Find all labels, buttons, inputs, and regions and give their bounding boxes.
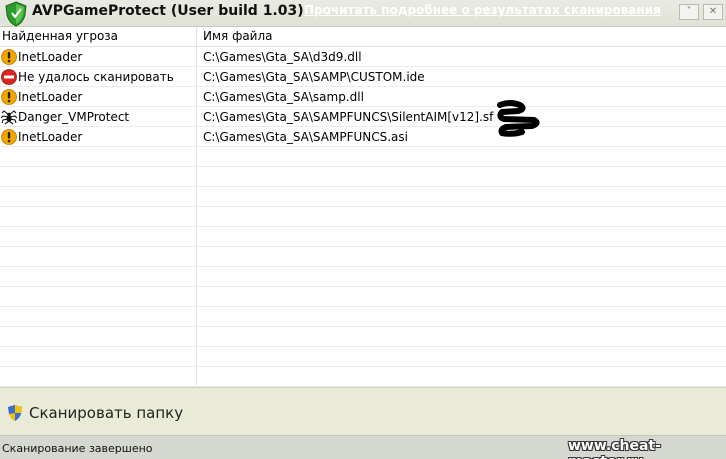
table-row[interactable]: InetLoader C:\Games\Gta_SA\SAMPFUNCS.asi [0, 127, 726, 147]
file-path: C:\Games\Gta_SA\SAMP\CUSTOM.ide [203, 70, 425, 84]
warning-icon [1, 49, 17, 65]
watermark: www.cheat-master.ru [568, 438, 661, 459]
threat-name: Danger_VMProtect [18, 110, 130, 124]
threat-name: Не удалось сканировать [18, 70, 174, 84]
column-header-filename[interactable]: Имя файла [203, 29, 273, 43]
empty-row [0, 147, 726, 167]
column-header-threat[interactable]: Найденная угроза [2, 29, 118, 43]
table-header: Найденная угроза Имя файла [0, 27, 726, 47]
no-entry-icon [1, 69, 17, 85]
table-row[interactable]: Danger_VMProtect C:\Games\Gta_SA\SAMPFUNC… [0, 107, 726, 127]
status-text: Сканирование завершено [2, 442, 153, 455]
threat-name: InetLoader [18, 90, 83, 104]
minimize-button[interactable]: ˅ [679, 4, 699, 20]
file-path: C:\Games\Gta_SA\SAMPFUNCS\SilentAIM[v12]… [203, 110, 494, 124]
scan-folder-label: Сканировать папку [29, 404, 184, 422]
file-path: C:\Games\Gta_SA\samp.dll [203, 90, 364, 104]
empty-row [0, 167, 726, 187]
empty-row [0, 267, 726, 287]
spider-icon [0, 109, 18, 125]
title-bar: AVPGameProtect (User build 1.03) Прочита… [0, 0, 726, 27]
file-path: C:\Games\Gta_SA\SAMPFUNCS.asi [203, 130, 408, 144]
empty-row [0, 347, 726, 367]
scan-details-link[interactable]: Прочитать подробнее о результатах сканир… [304, 3, 661, 17]
table-row[interactable]: Не удалось сканировать C:\Games\Gta_SA\SA… [0, 67, 726, 87]
empty-row [0, 227, 726, 247]
threat-name: InetLoader [18, 130, 83, 144]
threats-table: Найденная угроза Имя файла InetLoader C:\… [0, 27, 726, 387]
threat-name: InetLoader [18, 50, 83, 64]
window-title: AVPGameProtect (User build 1.03) [32, 3, 304, 19]
table-row[interactable]: InetLoader C:\Games\Gta_SA\d3d9.dll [0, 47, 726, 67]
close-button[interactable]: ✕ [703, 4, 723, 20]
scan-folder-button[interactable]: Сканировать папку [2, 392, 724, 432]
empty-row [0, 367, 726, 387]
empty-row [0, 327, 726, 347]
empty-row [0, 287, 726, 307]
table-row[interactable]: InetLoader C:\Games\Gta_SA\samp.dll [0, 87, 726, 107]
shield-logo-icon [5, 1, 27, 27]
warning-icon [1, 89, 17, 105]
scribble-redaction [497, 100, 540, 137]
table-body: InetLoader C:\Games\Gta_SA\d3d9.dll Не уда… [0, 47, 726, 387]
status-bar: Сканирование завершено www.cheat-master.… [0, 435, 726, 459]
empty-row [0, 247, 726, 267]
empty-row [0, 307, 726, 327]
uac-shield-icon [8, 405, 22, 421]
warning-icon [1, 129, 17, 145]
empty-row [0, 187, 726, 207]
file-path: C:\Games\Gta_SA\d3d9.dll [203, 50, 362, 64]
scan-panel: Сканировать папку [0, 387, 726, 435]
empty-row [0, 207, 726, 227]
